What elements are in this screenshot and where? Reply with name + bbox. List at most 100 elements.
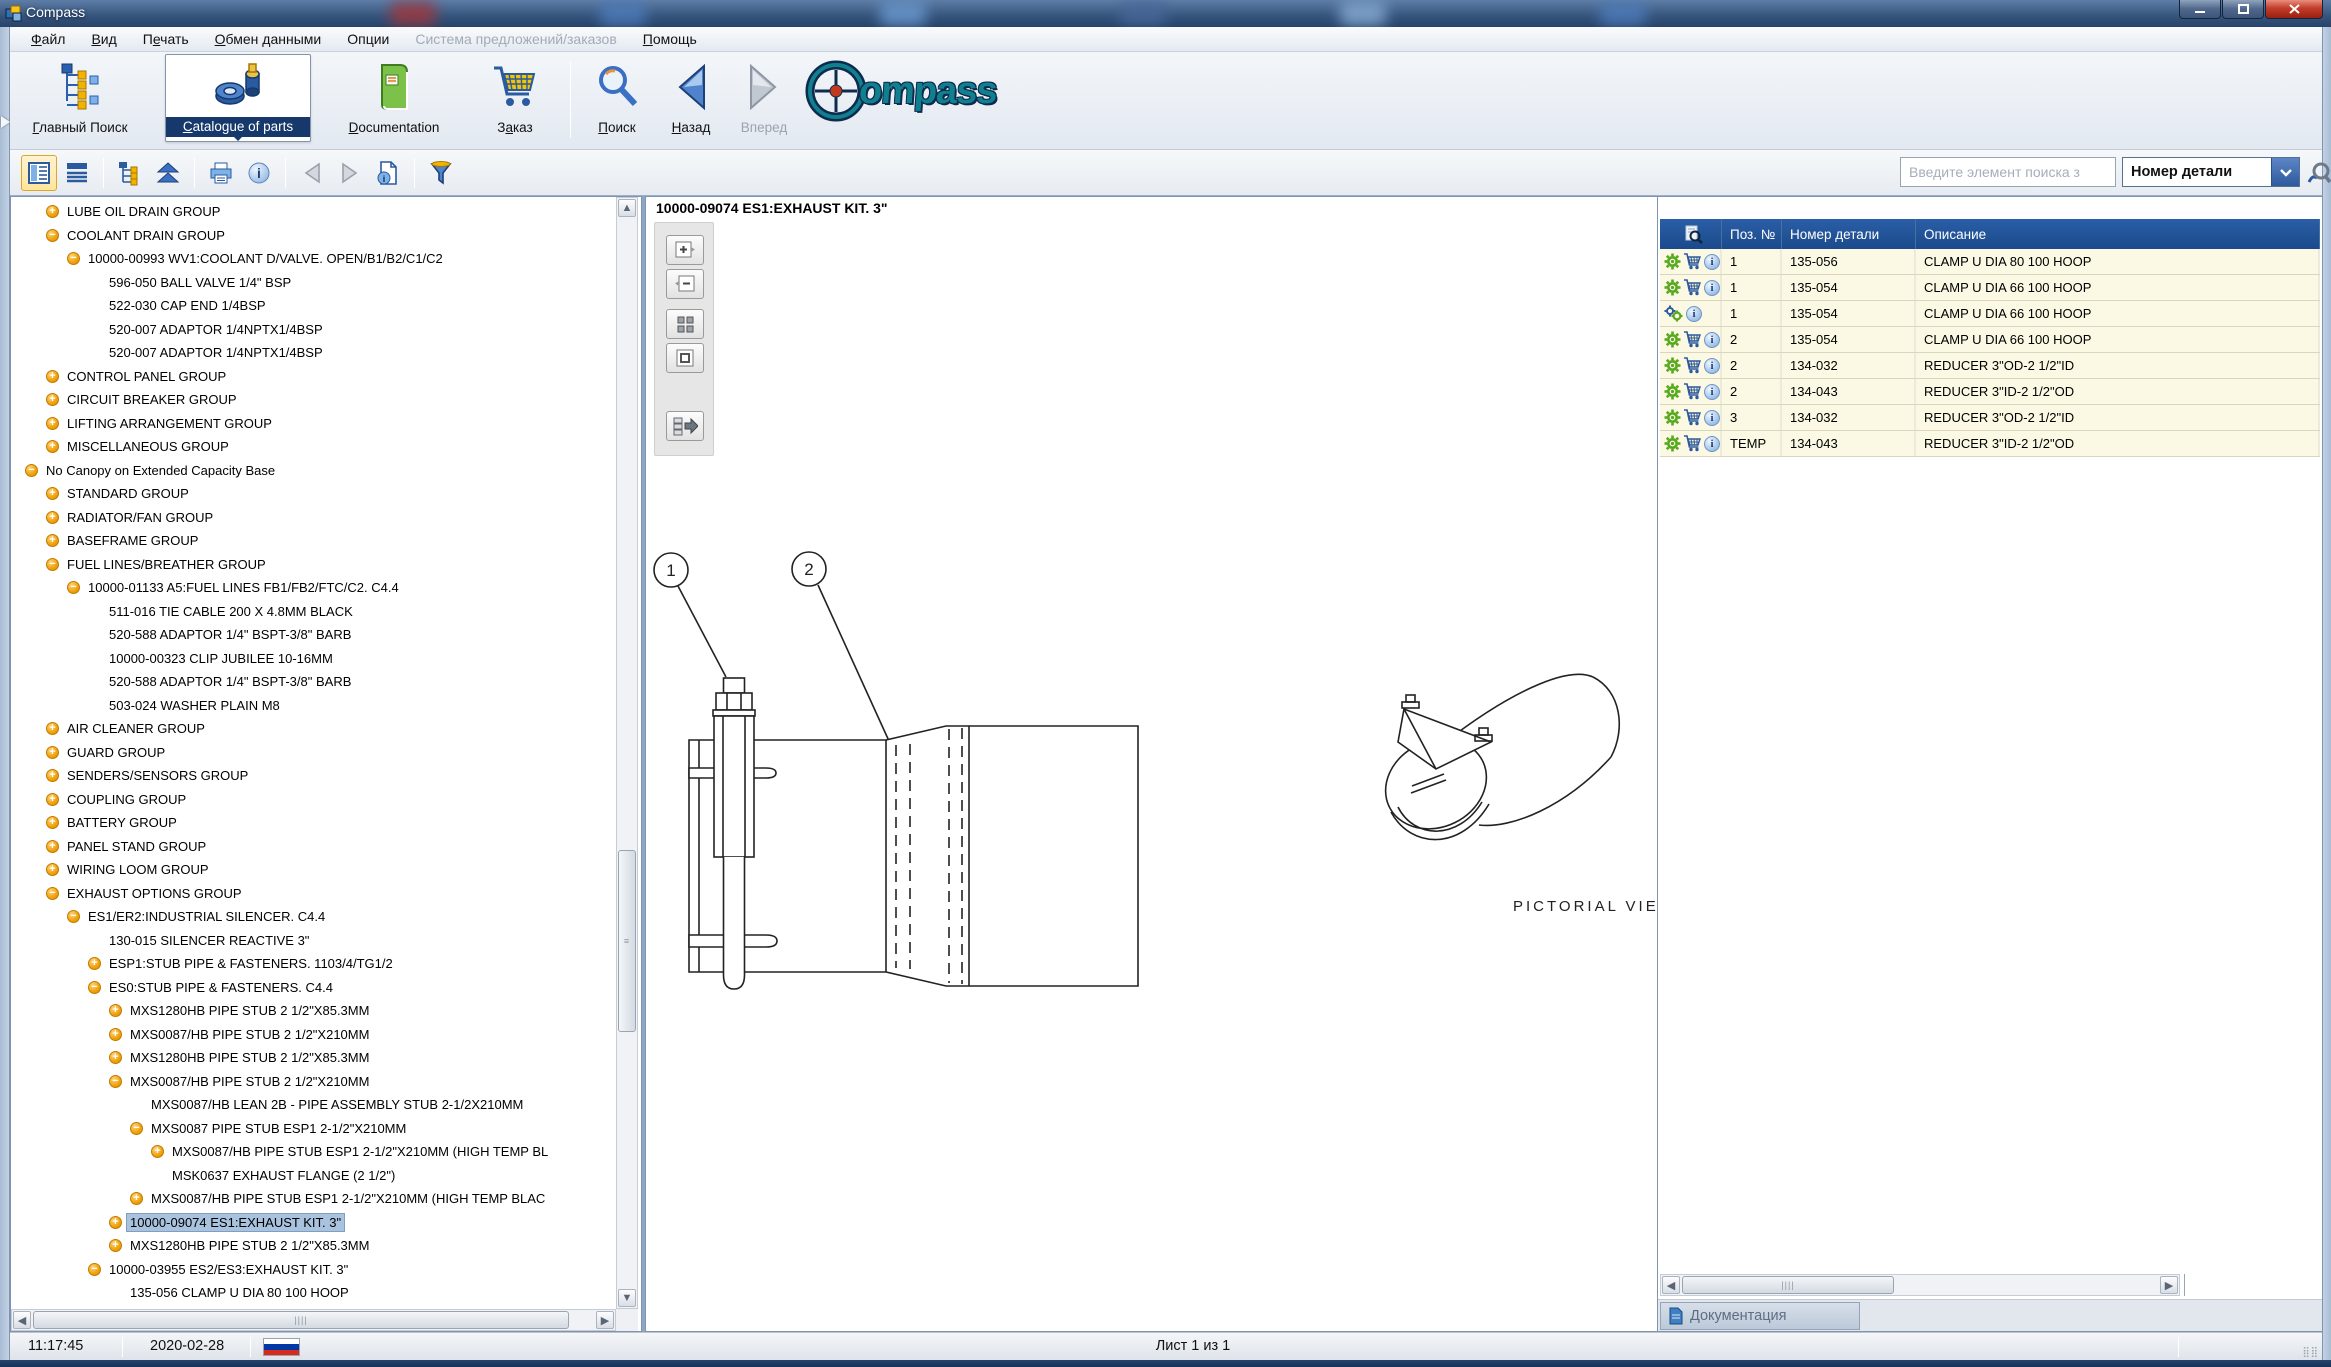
expand-icon[interactable]: + [46,840,59,853]
info-icon[interactable]: i [1704,280,1720,296]
parts-table-row[interactable]: i1135-056CLAMP U DIA 80 100 HOOP [1660,249,2320,275]
search-input[interactable] [1900,157,2116,187]
doc-info-button[interactable]: i [370,155,406,191]
expand-icon[interactable]: + [88,957,101,970]
info-icon[interactable]: i [1704,384,1720,400]
collapse-icon[interactable]: − [67,910,80,923]
parts-table-row[interactable]: iTEMP134-043REDUCER 3"ID-2 1/2"OD [1660,431,2320,457]
tree-item[interactable]: +GUARD GROUP [11,741,616,765]
tree-item[interactable]: 511-016 TIE CABLE 200 X 4.8MM BLACK [11,600,616,624]
expand-icon[interactable]: + [151,1145,164,1158]
tree-item[interactable]: −10000-00993 WV1:COOLANT D/VALVE. OPEN/B… [11,247,616,271]
tree-item[interactable]: 520-007 ADAPTOR 1/4NPTX1/4BSP [11,318,616,342]
tree-item[interactable]: −MXS0087 PIPE STUB ESP1 2-1/2"X210MM [11,1117,616,1141]
collapse-all-button[interactable] [150,155,186,191]
parts-table-row[interactable]: i3134-032REDUCER 3"OD-2 1/2"ID [1660,405,2320,431]
collapse-icon[interactable]: − [46,558,59,571]
scroll-right-button[interactable]: ▶ [2160,1276,2178,1294]
column-header-part[interactable]: Номер детали [1782,219,1916,249]
tree-item[interactable]: +MISCELLANEOUS GROUP [11,435,616,459]
tree-horizontal-scrollbar[interactable]: ◀ |||| ▶ [11,1309,616,1331]
scroll-right-button[interactable]: ▶ [596,1311,614,1329]
toolbar-button-search[interactable]: Поиск [582,56,652,146]
menu-item-view[interactable]: Вид [78,28,129,50]
tree-item[interactable]: −ES0:STUB PIPE & FASTENERS. C4.4 [11,976,616,1000]
collapse-icon[interactable]: − [67,252,80,265]
collapse-icon[interactable]: − [130,1122,143,1135]
add-to-cart-icon[interactable] [1683,253,1702,270]
info-icon[interactable]: i [1704,358,1720,374]
menu-item-data-exchange[interactable]: Обмен данными [202,28,335,50]
tree-item[interactable]: −10000-01133 A5:FUEL LINES FB1/FB2/FTC/C… [11,576,616,600]
part-settings-icon[interactable] [1664,253,1681,270]
tree-vertical-scrollbar[interactable]: ▲ ≡ ▼ [616,197,638,1309]
toggle-panel-button[interactable] [666,411,704,441]
scrollbar-thumb[interactable]: |||| [33,1311,569,1329]
info-icon[interactable]: i [1704,332,1720,348]
tree-item[interactable]: +BATTERY GROUP [11,811,616,835]
tree-item[interactable]: MSK0637 EXHAUST FLANGE (2 1/2") [11,1164,616,1188]
tree-item[interactable]: 503-024 WASHER PLAIN M8 [11,694,616,718]
expand-icon[interactable]: + [46,863,59,876]
expand-icon[interactable]: + [46,440,59,453]
minimize-button[interactable] [2179,0,2221,19]
collapse-icon[interactable]: − [46,887,59,900]
menu-item-help[interactable]: Помощь [630,28,710,50]
tree-item[interactable]: 520-007 ADAPTOR 1/4NPTX1/4BSP [11,341,616,365]
maximize-button[interactable] [2222,0,2264,19]
part-settings-icon[interactable] [1664,279,1681,296]
fit-view-button[interactable] [666,343,704,373]
info-icon[interactable]: i [1686,306,1702,322]
scroll-left-button[interactable]: ◀ [1662,1276,1680,1294]
expand-icon[interactable]: + [109,1004,122,1017]
tree-item[interactable]: −COOLANT DRAIN GROUP [11,224,616,248]
collapse-icon[interactable]: − [25,464,38,477]
documentation-tab[interactable]: Документация [1660,1302,1860,1330]
tree-item[interactable]: 135-056 CLAMP U DIA 80 100 HOOP [11,1281,616,1305]
execute-search-icon[interactable] [2306,160,2331,186]
chevron-down-icon[interactable] [2271,158,2299,186]
toolbar-button-order[interactable]: Заказ [472,56,558,146]
parts-table-row[interactable]: i1135-054CLAMP U DIA 66 100 HOOP [1660,275,2320,301]
add-to-cart-icon[interactable] [1683,357,1702,374]
parts-horizontal-scrollbar[interactable]: ◀ |||| ▶ [1660,1274,2180,1296]
tree-item[interactable]: −EXHAUST OPTIONS GROUP [11,882,616,906]
tree-item[interactable]: +AIR CLEANER GROUP [11,717,616,741]
toolbar-button-catalogue-of-parts[interactable]: Catalogue of parts [165,54,311,142]
search-mode-dropdown[interactable]: Номер детали [2122,157,2300,187]
toolbar-button-back[interactable]: Назад [660,56,722,146]
tree-item[interactable]: 520-588 ADAPTOR 1/4" BSPT-3/8" BARB [11,670,616,694]
expand-icon[interactable]: + [46,769,59,782]
detail-view-button[interactable] [21,155,57,191]
column-header-desc[interactable]: Описание [1916,219,2320,249]
info-icon[interactable]: i [1704,436,1720,452]
close-button[interactable] [2265,0,2323,19]
scrollbar-thumb[interactable]: ≡ [618,850,636,1032]
toolbar-button-main-search[interactable]: Главный Поиск [18,56,142,146]
tree-item[interactable]: +MXS1280HB PIPE STUB 2 1/2"X85.3MM [11,999,616,1023]
collapse-icon[interactable]: − [88,981,101,994]
tree-item[interactable]: +MXS0087/HB PIPE STUB ESP1 2-1/2"X210MM … [11,1140,616,1164]
part-settings-icon[interactable] [1664,357,1681,374]
tree-item[interactable]: −ES1/ER2:INDUSTRIAL SILENCER. C4.4 [11,905,616,929]
parts-table-row[interactable]: i2134-032REDUCER 3"OD-2 1/2"ID [1660,353,2320,379]
tree-item[interactable]: −No Canopy on Extended Capacity Base [11,459,616,483]
parts-table-row[interactable]: i2134-043REDUCER 3"ID-2 1/2"OD [1660,379,2320,405]
tree-item[interactable]: +STANDARD GROUP [11,482,616,506]
tree-item[interactable]: +SENDERS/SENSORS GROUP [11,764,616,788]
info-icon[interactable]: i [1704,410,1720,426]
zoom-out-button[interactable] [666,269,704,299]
add-to-cart-icon[interactable] [1683,435,1702,452]
add-to-cart-icon[interactable] [1683,409,1702,426]
toolbar-button-documentation[interactable]: Documentation [325,56,463,146]
tree-item[interactable]: +MXS0087/HB PIPE STUB ESP1 2-1/2"X210MM … [11,1187,616,1211]
collapse-icon[interactable]: − [109,1075,122,1088]
add-to-cart-icon[interactable] [1683,331,1702,348]
expand-icon[interactable]: + [46,816,59,829]
menu-item-options[interactable]: Опции [334,28,402,50]
expand-icon[interactable]: + [46,487,59,500]
expand-icon[interactable]: + [46,417,59,430]
part-settings-icon[interactable] [1664,331,1681,348]
part-settings-icon[interactable] [1664,409,1681,426]
tree-item[interactable]: +10000-09074 ES1:EXHAUST KIT. 3" [11,1211,616,1235]
